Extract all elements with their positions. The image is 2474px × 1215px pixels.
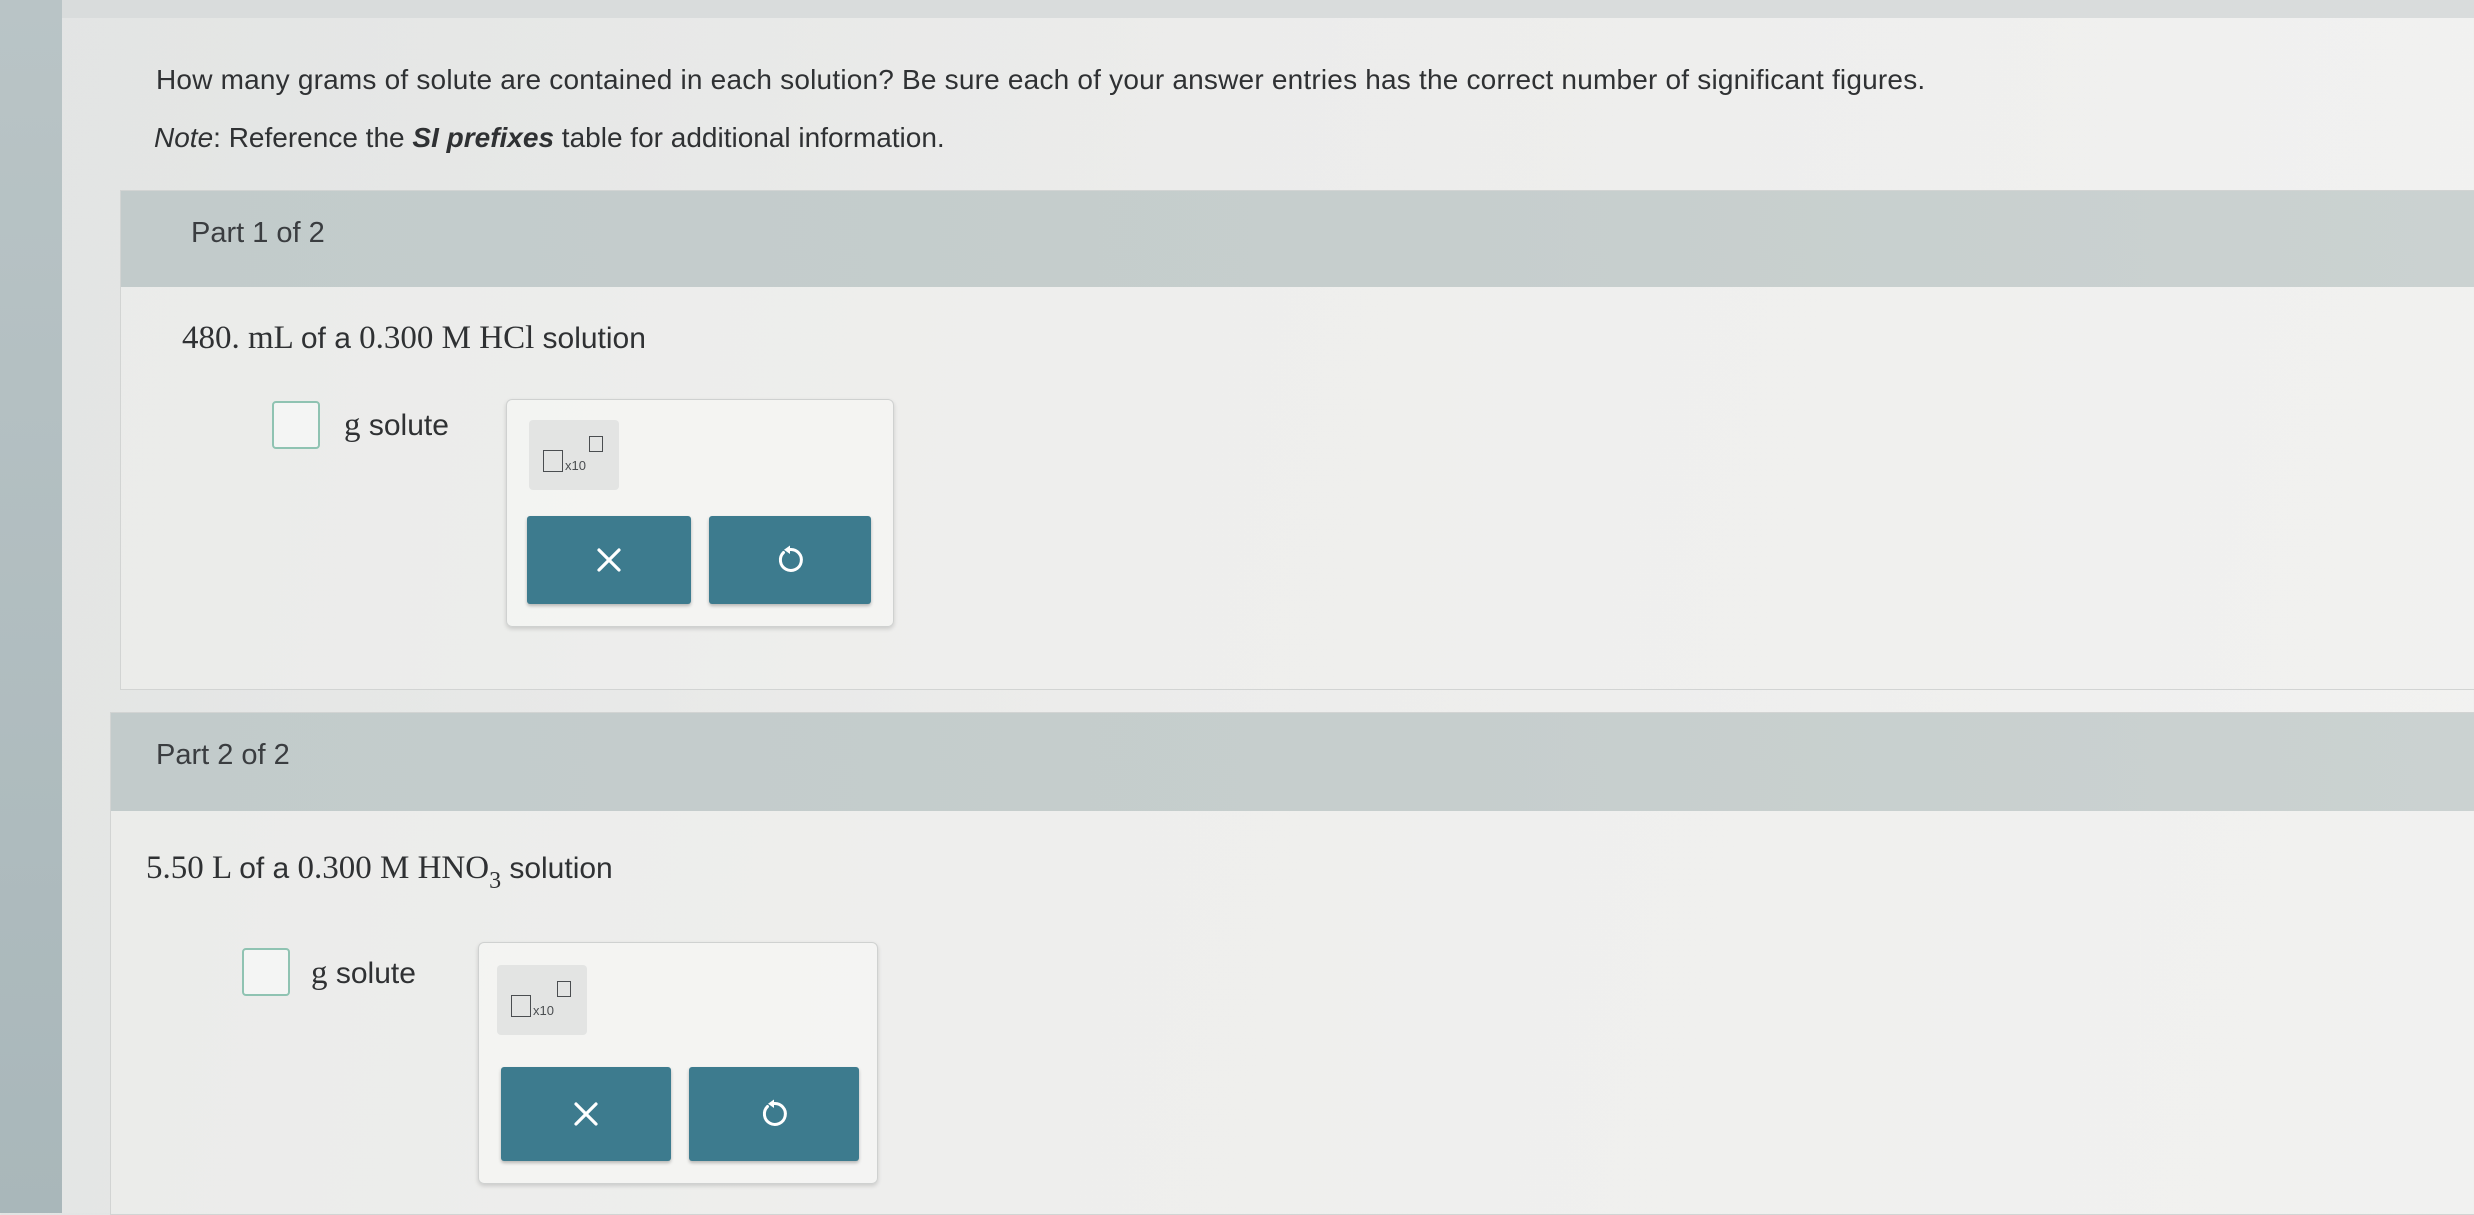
part-2-header	[111, 713, 2474, 811]
part-2-concentration: 0.300 M HNO	[297, 850, 490, 886]
top-band	[62, 0, 2474, 18]
part-1-undo-button[interactable]	[709, 516, 871, 604]
part-2-amount: 5.50 L	[146, 850, 231, 886]
part-1-concentration: 0.300 M HCl	[359, 320, 535, 356]
x10-exponent-box-icon	[589, 436, 603, 452]
part-2-title: Part 2 of 2	[156, 739, 290, 771]
part-2-clear-button[interactable]	[501, 1067, 671, 1161]
part-1-amount: 480. mL	[182, 320, 293, 356]
part-2-undo-button[interactable]	[689, 1067, 859, 1161]
part-2-panel: Part 2 of 2	[110, 712, 2474, 1215]
part-1-scientific-notation-button[interactable]: x10	[529, 420, 619, 490]
x10-base-box-icon	[543, 450, 563, 472]
part-1-problem: 480. mL of a 0.300 M HCl solution	[182, 320, 646, 365]
part-1-panel: Part 1 of 2	[120, 190, 2474, 690]
x10-label: x10	[533, 1003, 554, 1018]
part-2-problem: 5.50 L of a 0.300 M HNO3 solution	[146, 850, 613, 895]
close-icon	[574, 1102, 598, 1126]
part-1-suffix: solution	[542, 322, 646, 355]
note-label: Note	[154, 122, 214, 153]
si-prefixes-link[interactable]: SI prefixes	[412, 122, 554, 153]
part-1-of: of a	[300, 322, 351, 355]
part-2-unit-g: g	[311, 955, 328, 991]
undo-icon	[778, 545, 803, 572]
x10-exponent-box-icon	[557, 981, 571, 997]
undo-icon	[762, 1099, 787, 1126]
part-2-unit-label: g solute	[311, 955, 416, 992]
part-2-tool-panel: x10	[478, 942, 878, 1184]
part-1-unit-text: solute	[368, 409, 449, 442]
part-2-unit-text: solute	[335, 957, 416, 990]
part-1-tool-panel: x10	[506, 399, 894, 627]
note-suffix: table for additional information.	[554, 122, 945, 153]
part-1-unit-g: g	[344, 407, 361, 443]
close-icon	[597, 548, 621, 572]
part-2-suffix: solution	[509, 852, 613, 885]
x10-base-box-icon	[511, 995, 531, 1017]
part-1-header	[121, 191, 2474, 287]
part-1-answer-input[interactable]	[272, 401, 320, 449]
note-prefix: : Reference the	[213, 122, 413, 153]
part-2-scientific-notation-button[interactable]: x10	[497, 965, 587, 1035]
x10-label: x10	[565, 458, 586, 473]
part-1-title: Part 1 of 2	[191, 217, 325, 249]
part-2-of: of a	[239, 852, 290, 885]
left-edge-strip	[0, 0, 62, 1213]
part-2-answer-input[interactable]	[242, 948, 290, 996]
part-1-unit-label: g solute	[344, 407, 449, 444]
note-text: Note: Reference the SI prefixes table fo…	[154, 118, 945, 158]
part-2-formula-subscript: 3	[489, 868, 502, 894]
part-1-clear-button[interactable]	[527, 516, 691, 604]
question-text: How many grams of solute are contained i…	[156, 64, 1926, 95]
